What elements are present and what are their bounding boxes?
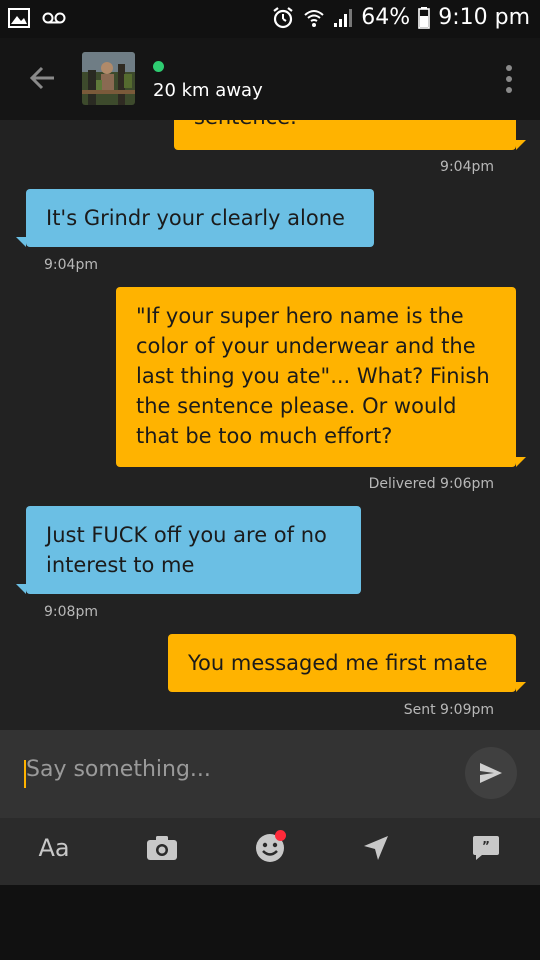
location-arrow-icon bbox=[364, 836, 388, 860]
message-text: "If your super hero name is the color of… bbox=[136, 304, 490, 448]
alarm-icon bbox=[273, 6, 293, 28]
clock: 9:10 pm bbox=[438, 5, 530, 30]
bubble-tail bbox=[16, 584, 26, 594]
message-text: You messaged me first mate bbox=[188, 651, 488, 675]
battery-percent: 64% bbox=[361, 5, 411, 30]
camera-icon bbox=[147, 836, 177, 860]
bubble-tail bbox=[516, 457, 526, 467]
battery-icon bbox=[418, 6, 431, 29]
message-list[interactable]: sentence. 9:04pm It's Grindr your clearl… bbox=[0, 120, 540, 730]
system-bottom-area bbox=[0, 885, 540, 960]
composer-toolbar: Aa ” bbox=[0, 818, 540, 885]
distance-label: 20 km away bbox=[153, 80, 263, 101]
message-bubble-outgoing[interactable]: "If your super hero name is the color of… bbox=[116, 287, 516, 467]
message-bubble-incoming[interactable]: It's Grindr your clearly alone bbox=[26, 189, 374, 247]
text-format-label: Aa bbox=[38, 834, 70, 862]
location-button[interactable] bbox=[352, 828, 400, 868]
voicemail-icon bbox=[42, 12, 66, 24]
message-bubble-incoming[interactable]: Just FUCK off you are of no interest to … bbox=[26, 506, 361, 594]
avatar[interactable] bbox=[82, 52, 135, 105]
avatar-photo bbox=[82, 52, 135, 105]
more-options-icon[interactable] bbox=[504, 64, 514, 94]
message-timestamp: 9:04pm bbox=[44, 257, 98, 273]
message-timestamp: Delivered 9:06pm bbox=[368, 476, 494, 492]
message-text: It's Grindr your clearly alone bbox=[46, 206, 345, 230]
message-bubble-outgoing[interactable]: sentence. bbox=[174, 120, 516, 150]
send-button[interactable] bbox=[465, 747, 517, 799]
send-icon bbox=[480, 763, 502, 783]
bubble-tail bbox=[516, 682, 526, 692]
back-arrow-icon[interactable] bbox=[24, 60, 60, 96]
message-input[interactable]: Say something... bbox=[26, 757, 211, 782]
saved-phrases-icon: ” bbox=[473, 836, 499, 860]
message-timestamp: 9:08pm bbox=[44, 604, 98, 620]
message-text: sentence. bbox=[194, 120, 297, 132]
message-bubble-outgoing[interactable]: You messaged me first mate bbox=[168, 634, 516, 692]
quick-phrases-button[interactable]: ” bbox=[462, 828, 510, 868]
message-input-area[interactable]: Say something... bbox=[0, 730, 540, 818]
svg-text:”: ” bbox=[482, 839, 490, 853]
message-text: Just FUCK off you are of no interest to … bbox=[46, 523, 327, 577]
emoji-button[interactable] bbox=[246, 828, 294, 868]
status-bar: 64% 9:10 pm bbox=[0, 0, 540, 38]
signal-icon bbox=[334, 8, 353, 27]
bubble-tail bbox=[16, 237, 26, 247]
composer: Say something... Aa ” bbox=[0, 730, 540, 885]
message-timestamp: Sent 9:09pm bbox=[403, 702, 494, 718]
online-status-dot bbox=[153, 61, 164, 72]
camera-button[interactable] bbox=[138, 828, 186, 868]
image-icon bbox=[8, 8, 30, 28]
bubble-tail bbox=[516, 140, 526, 150]
wifi-icon bbox=[304, 9, 324, 27]
chat-header: 20 km away bbox=[0, 38, 540, 120]
text-format-button[interactable]: Aa bbox=[30, 828, 78, 868]
message-timestamp: 9:04pm bbox=[440, 159, 494, 175]
notification-dot bbox=[275, 830, 286, 841]
